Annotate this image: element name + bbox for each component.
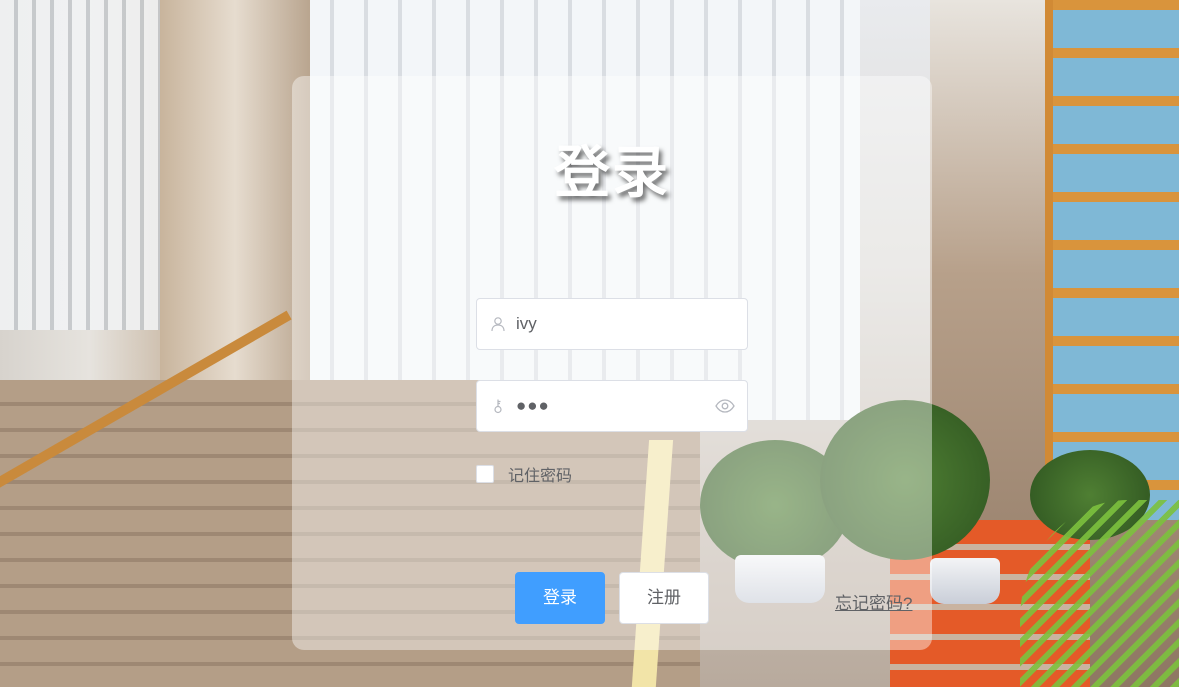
register-button[interactable]: 注册 (619, 572, 709, 624)
checkbox-box[interactable] (476, 465, 494, 483)
remember-password-checkbox[interactable]: 记住密码 (476, 464, 573, 485)
password-input[interactable]: ●●● (476, 380, 748, 432)
key-icon (494, 399, 502, 414)
username-value: ivy (516, 314, 537, 333)
username-input[interactable]: ivy (476, 298, 748, 350)
login-card: 登录 ivy ●●● 记住密码 登录 注册 忘记密码? (292, 76, 932, 650)
login-title: 登录 (554, 140, 670, 206)
login-button[interactable]: 登录 (515, 572, 605, 624)
forgot-password-link[interactable]: 忘记密码? (835, 589, 912, 614)
eye-icon[interactable] (715, 398, 735, 414)
password-value: ●●● (516, 396, 550, 415)
remember-password-label: 记住密码 (508, 468, 573, 485)
user-icon (491, 317, 505, 332)
